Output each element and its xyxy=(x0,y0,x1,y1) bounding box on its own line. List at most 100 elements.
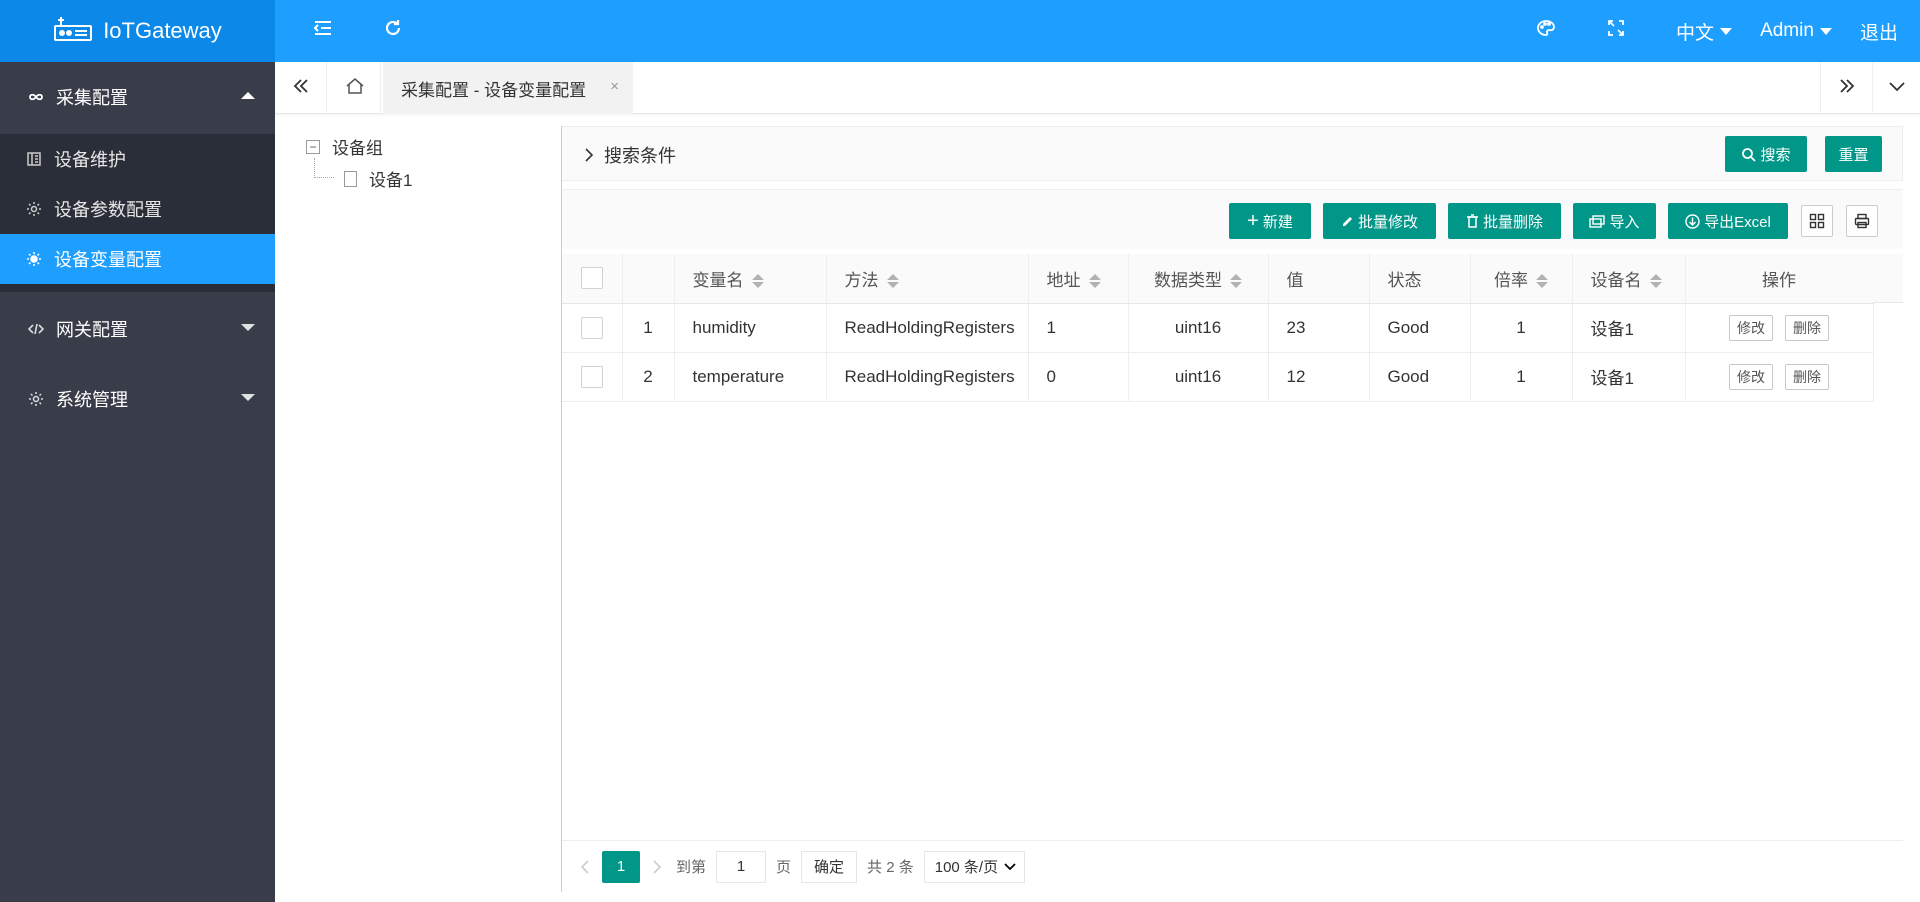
tab-options-button[interactable] xyxy=(1872,62,1920,114)
cell-value: 12 xyxy=(1268,352,1370,402)
column-header-actions: 操作 xyxy=(1685,254,1874,304)
sort-icon[interactable] xyxy=(1649,274,1662,289)
tab-bar: 采集配置 - 设备变量配置 × xyxy=(275,62,1920,114)
cell-device: 设备1 xyxy=(1572,303,1686,353)
sort-icon[interactable] xyxy=(1088,274,1101,289)
edit-button[interactable]: 修改 xyxy=(1729,314,1773,341)
table-row: 2 temperature ReadHoldingRegisters 0 uin… xyxy=(562,352,1874,402)
print-icon xyxy=(1854,213,1870,229)
sidebar-group-gateway[interactable]: 网关配置 xyxy=(0,294,275,364)
tree-node-device-group[interactable]: − 设备组 xyxy=(306,134,383,159)
current-page[interactable]: 1 xyxy=(602,850,640,883)
delete-button[interactable]: 删除 xyxy=(1785,363,1829,390)
gateway-logo-icon xyxy=(53,14,93,49)
next-page-icon[interactable] xyxy=(652,859,662,875)
sidebar-item-device-params[interactable]: 设备参数配置 xyxy=(0,184,275,234)
cell-status: Good xyxy=(1369,303,1471,353)
column-header-address[interactable]: 地址 xyxy=(1028,254,1129,304)
column-header-ratio[interactable]: 倍率 xyxy=(1470,254,1573,304)
chevron-down-icon xyxy=(1004,862,1016,871)
cell-data-type: uint16 xyxy=(1128,303,1269,353)
column-header-data-type[interactable]: 数据类型 xyxy=(1128,254,1269,304)
sidebar-group-collect[interactable]: 采集配置 xyxy=(0,62,275,132)
import-icon xyxy=(1589,214,1606,228)
tab-device-variables[interactable]: 采集配置 - 设备变量配置 × xyxy=(383,62,633,114)
search-conditions-bar: 搜索条件 搜索 重置 xyxy=(562,126,1903,181)
column-header-name[interactable]: 变量名 xyxy=(674,254,827,304)
cell-status: Good xyxy=(1369,352,1471,402)
sidebar-item-device-variables[interactable]: 设备变量配置 xyxy=(0,234,275,284)
gear-icon xyxy=(26,391,46,407)
chevron-down-icon xyxy=(1888,78,1906,98)
close-icon[interactable]: × xyxy=(610,78,619,95)
select-all-cell[interactable] xyxy=(562,254,623,304)
sidebar-group-system[interactable]: 系统管理 xyxy=(0,364,275,434)
page-number-input[interactable]: 1 xyxy=(716,850,767,883)
scroll-tabs-right-button[interactable] xyxy=(1820,62,1872,114)
batch-delete-button[interactable]: 批量删除 xyxy=(1448,203,1561,239)
collapse-sidebar-button[interactable] xyxy=(305,0,341,62)
chevron-right-icon xyxy=(584,147,594,163)
cell-data-type: uint16 xyxy=(1128,352,1269,402)
refresh-button[interactable] xyxy=(375,0,411,62)
new-button[interactable]: + 新建 xyxy=(1229,203,1311,239)
print-button[interactable] xyxy=(1846,205,1878,237)
reset-button[interactable]: 重置 xyxy=(1825,136,1882,172)
sidebar-item-label: 设备维护 xyxy=(54,150,126,170)
tree-connector xyxy=(314,158,315,178)
double-chevron-left-icon xyxy=(292,78,310,99)
search-conditions-toggle[interactable]: 搜索条件 xyxy=(584,142,676,168)
plus-icon: + xyxy=(1247,210,1259,232)
sort-icon[interactable] xyxy=(1230,274,1242,289)
user-dropdown[interactable]: Admin xyxy=(1758,0,1834,62)
search-button[interactable]: 搜索 xyxy=(1725,136,1807,172)
home-icon xyxy=(345,77,365,100)
user-name: Admin xyxy=(1760,20,1814,41)
sidebar-item-label: 设备变量配置 xyxy=(54,250,162,270)
total-count: 共 2 条 xyxy=(867,859,914,876)
edit-button[interactable]: 修改 xyxy=(1729,363,1773,390)
logout-link[interactable]: 退出 xyxy=(1856,0,1902,62)
delete-button[interactable]: 删除 xyxy=(1785,314,1829,341)
import-button[interactable]: 导入 xyxy=(1573,203,1656,239)
select-all-checkbox[interactable] xyxy=(580,267,603,290)
collapse-icon[interactable]: − xyxy=(306,139,320,154)
sort-icon[interactable] xyxy=(886,274,899,289)
theme-button[interactable] xyxy=(1528,0,1564,62)
column-header-method[interactable]: 方法 xyxy=(826,254,1029,304)
cell-address: 1 xyxy=(1028,303,1129,353)
app-logo[interactable]: IoTGateway xyxy=(0,0,275,62)
language-dropdown[interactable]: 中文 xyxy=(1674,0,1734,62)
code-icon xyxy=(26,323,46,335)
home-tab[interactable] xyxy=(329,62,381,114)
column-filter-button[interactable] xyxy=(1801,205,1833,237)
row-checkbox[interactable] xyxy=(580,316,603,339)
cell-device: 设备1 xyxy=(1572,352,1686,402)
variables-table: 变量名 方法 地址 数据类型 值 状态 倍率 设备名 操作 1 humidity… xyxy=(562,254,1874,402)
sort-icon[interactable] xyxy=(1536,274,1548,289)
page-size-select[interactable]: 100 条/页 xyxy=(923,850,1026,883)
tree-node-device1[interactable]: 设备1 xyxy=(344,166,412,191)
scroll-tabs-left-button[interactable] xyxy=(275,62,327,114)
infinity-icon xyxy=(26,92,46,102)
row-select-cell[interactable] xyxy=(562,303,623,353)
palette-icon xyxy=(1536,19,1556,43)
row-select-cell[interactable] xyxy=(562,352,623,402)
column-header-device[interactable]: 设备名 xyxy=(1572,254,1686,304)
table-row: 1 humidity ReadHoldingRegisters 1 uint16… xyxy=(562,303,1874,353)
sidebar-submenu: 设备维护 设备参数配置 设备变量配置 xyxy=(0,134,275,292)
fullscreen-button[interactable] xyxy=(1598,0,1634,62)
sort-icon[interactable] xyxy=(751,274,764,289)
export-excel-button[interactable]: 导出Excel xyxy=(1668,203,1788,239)
sidebar-item-device-maintenance[interactable]: 设备维护 xyxy=(0,134,275,184)
top-header: IoTGateway 中文 Admin 退出 xyxy=(0,0,1920,62)
row-checkbox[interactable] xyxy=(580,365,603,388)
sidebar-group-label: 系统管理 xyxy=(56,390,128,410)
prev-page-icon[interactable] xyxy=(580,859,590,875)
batch-delete-label: 批量删除 xyxy=(1482,213,1543,231)
batch-edit-button[interactable]: 批量修改 xyxy=(1323,203,1436,239)
table-header-row: 变量名 方法 地址 数据类型 值 状态 倍率 设备名 操作 xyxy=(562,254,1874,304)
confirm-page-button[interactable]: 确定 xyxy=(801,850,858,883)
sidebar-group-label: 采集配置 xyxy=(56,88,128,108)
table-scroll-gutter xyxy=(1873,254,1903,303)
